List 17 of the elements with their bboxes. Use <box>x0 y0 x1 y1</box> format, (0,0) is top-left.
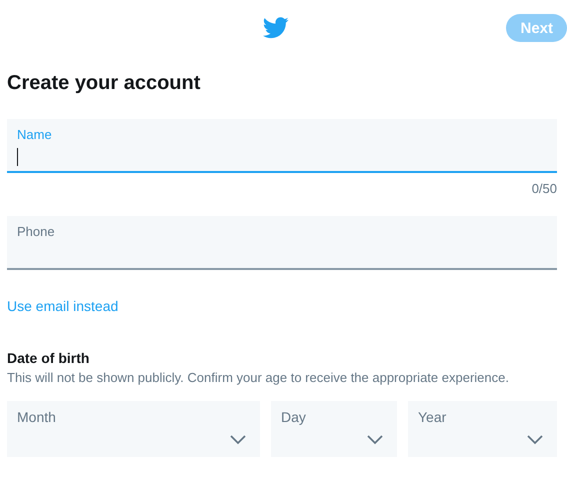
page-title: Create your account <box>7 72 202 95</box>
field-label: Name <box>17 127 52 142</box>
field-label: Phone <box>17 224 55 239</box>
character-counter: 0/50 <box>532 181 557 196</box>
dropdown[interactable]: Day <box>271 401 397 457</box>
chevron-down-icon <box>527 435 543 445</box>
chevron-down-icon <box>230 435 246 445</box>
use-email-link[interactable]: Use email instead <box>7 298 118 314</box>
section-heading: Date of birth <box>7 350 90 366</box>
dropdown[interactable]: Month <box>7 401 260 457</box>
section-note: This will not be shown publicly. Confirm your age to receive the appropriate experience. <box>7 369 510 387</box>
text-field[interactable]: Phone <box>7 216 557 270</box>
chevron-down-icon <box>367 435 383 445</box>
text-field[interactable]: Name <box>7 119 557 173</box>
bird-icon <box>263 17 289 39</box>
dropdown[interactable]: Year <box>408 401 557 457</box>
text-cursor <box>17 148 18 166</box>
